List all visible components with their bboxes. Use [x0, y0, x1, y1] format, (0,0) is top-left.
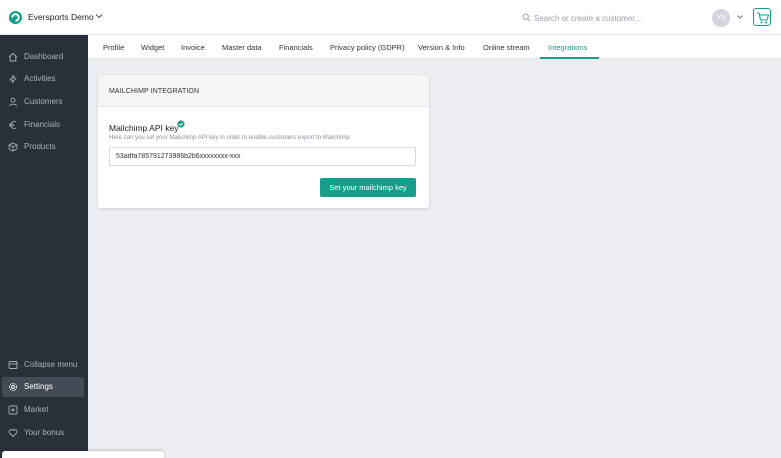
tab-privacy-policy[interactable]: Privacy policy (GDPR)	[330, 43, 405, 52]
sidebar-item-your-bonus[interactable]: Your bonus	[0, 423, 88, 443]
sidebar-item-label: Financials	[24, 120, 61, 129]
sidebar-item-market[interactable]: Market	[0, 400, 88, 420]
org-name[interactable]: Eversports Demo	[28, 12, 94, 22]
chevron-down-icon[interactable]	[94, 11, 104, 21]
set-mailchimp-key-button[interactable]: Set your mailchimp key	[320, 178, 416, 197]
sidebar-item-label: Dashboard	[24, 52, 64, 61]
sidebar-item-dashboard[interactable]: Dashboard	[0, 47, 88, 67]
market-icon	[8, 405, 18, 415]
sidebar-item-products[interactable]: Products	[0, 137, 88, 157]
collapse-icon	[8, 361, 18, 369]
tab-widget[interactable]: Widget	[141, 43, 164, 52]
user-icon	[9, 97, 17, 107]
api-key-label: Mailchimp API key	[109, 123, 179, 133]
sidebar-item-label: Market	[24, 405, 49, 414]
api-key-help-text: Here can you set your Mailchimp API key …	[109, 135, 350, 141]
sidebar: Dashboard Activities Customers Financial…	[0, 35, 88, 458]
sidebar-item-label: Customers	[24, 97, 63, 106]
home-icon	[8, 52, 18, 62]
avatar[interactable]: VV	[712, 9, 730, 27]
verified-check-icon	[177, 120, 185, 128]
sidebar-item-label: Settings	[24, 382, 53, 391]
settings-tabs: Profile Widget Invoice Master data Finan…	[88, 35, 781, 59]
heart-icon	[8, 429, 18, 438]
sidebar-item-financials[interactable]: Financials	[0, 115, 88, 135]
tab-profile[interactable]: Profile	[103, 43, 124, 52]
tab-invoice[interactable]: Invoice	[181, 43, 205, 52]
api-key-input[interactable]	[109, 147, 416, 166]
search-icon	[522, 13, 531, 22]
cart-icon	[757, 12, 770, 24]
tab-version-info[interactable]: Version & Info	[418, 43, 465, 52]
sidebar-item-label: Activities	[24, 74, 56, 83]
activity-icon	[9, 74, 17, 84]
search-input[interactable]: Search or create a customer...	[534, 14, 641, 23]
tab-financials[interactable]: Financials	[279, 43, 313, 52]
cart-button[interactable]	[753, 8, 771, 26]
card-title: MAILCHIMP INTEGRATION	[109, 88, 200, 95]
box-icon	[8, 142, 18, 152]
euro-icon	[9, 121, 17, 129]
sidebar-item-label: Products	[24, 142, 56, 151]
sidebar-item-label: Collapse menu	[24, 360, 78, 369]
eversports-logo-icon[interactable]	[8, 10, 23, 25]
chevron-down-icon[interactable]	[736, 13, 744, 21]
sidebar-item-activities[interactable]: Activities	[0, 69, 88, 89]
customer-search[interactable]: Search or create a customer...	[522, 9, 682, 27]
tab-online-stream[interactable]: Online stream	[483, 43, 530, 52]
sidebar-item-collapse-menu[interactable]: Collapse menu	[0, 355, 88, 375]
gear-icon	[9, 383, 17, 391]
tab-integrations[interactable]: Integrations	[548, 43, 587, 52]
active-tab-indicator	[540, 57, 599, 59]
top-bar: Eversports Demo Search or create a custo…	[0, 0, 781, 35]
sidebar-item-settings[interactable]: Settings	[2, 377, 84, 397]
tab-master-data[interactable]: Master data	[222, 43, 262, 52]
sidebar-item-label: Your bonus	[24, 428, 65, 437]
sidebar-item-customers[interactable]: Customers	[0, 92, 88, 112]
mailchimp-integration-card: MAILCHIMP INTEGRATION Mailchimp API key …	[98, 75, 429, 208]
card-header: MAILCHIMP INTEGRATION	[98, 75, 429, 107]
notification-popup[interactable]	[2, 451, 164, 458]
